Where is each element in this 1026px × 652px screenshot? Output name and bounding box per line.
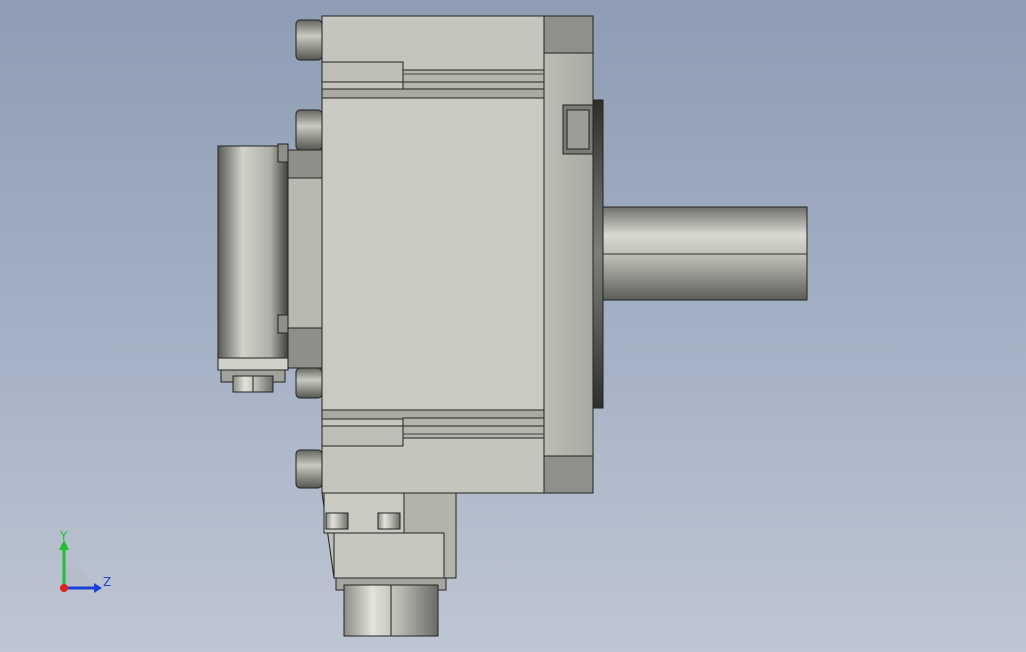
encoder-connector [220,369,286,393]
encoder-housing [217,143,289,371]
x-axis-dot [60,584,68,592]
flange-pilot [592,99,604,409]
z-axis-label: Z [103,575,111,589]
servo-motor-side-view [217,15,808,637]
triad-plane-arc [64,565,92,588]
motor-body [321,15,545,494]
z-axis-arrow-icon [94,583,102,593]
output-shaft [602,206,808,301]
rear-adapter [287,149,323,369]
y-axis-label: Y [59,529,68,543]
power-connector-block [321,492,457,637]
front-flange [543,15,594,494]
cad-viewport[interactable]: Y Z [0,0,1026,652]
orientation-triad: Y Z [59,529,111,593]
